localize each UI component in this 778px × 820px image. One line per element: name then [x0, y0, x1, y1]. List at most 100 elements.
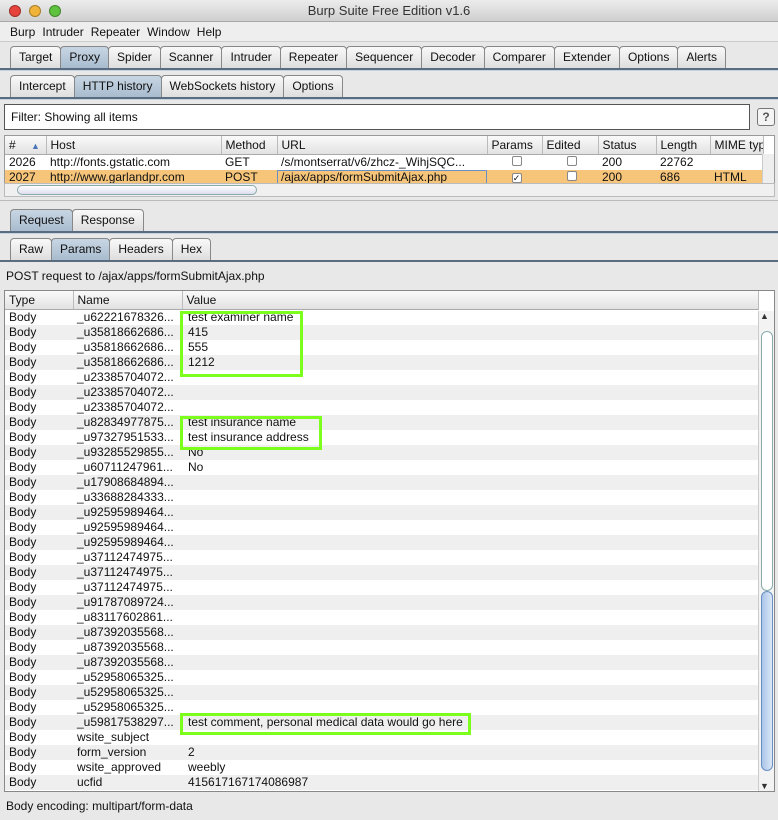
table-row[interactable]: Body _u52958065325...	[5, 670, 759, 685]
scroll-down-arrow-icon[interactable]: ▼	[760, 781, 769, 791]
cell-type: Body	[9, 459, 37, 474]
table-row[interactable]: Body _u33688284333...	[5, 490, 759, 505]
cell-number: 2026	[9, 154, 36, 169]
history-horizontal-scrollbar[interactable]	[4, 183, 775, 197]
tab-target[interactable]: Target	[10, 46, 62, 68]
cell-value	[182, 490, 759, 505]
highlight-box	[180, 311, 303, 377]
help-button[interactable]: ?	[757, 108, 775, 126]
history-vertical-scrollbar[interactable]	[762, 154, 774, 184]
tab-request[interactable]: Request	[10, 209, 73, 231]
table-row[interactable]: Body _u23385704072...	[5, 370, 759, 385]
cell-name: _u87392035568...	[73, 624, 182, 640]
col-type[interactable]: Type	[5, 291, 74, 310]
tab-repeater[interactable]: Repeater	[279, 46, 348, 68]
table-row[interactable]: Body _u87392035568...	[5, 654, 759, 670]
params-checkbox[interactable]: ✓	[511, 172, 522, 183]
col-method[interactable]: Method	[221, 136, 278, 155]
table-row[interactable]: Body _u35818662686... 555	[5, 340, 759, 355]
table-row[interactable]: 2026 http://fonts.gstatic.com GET /s/mon…	[5, 154, 763, 170]
close-window-button[interactable]	[9, 5, 21, 17]
tab-headers[interactable]: Headers	[109, 238, 173, 260]
cell-type: Body	[9, 519, 37, 534]
tab-raw[interactable]: Raw	[10, 238, 53, 260]
menu-help[interactable]: Help	[197, 25, 222, 39]
tab-comparer[interactable]: Comparer	[483, 46, 555, 68]
table-row[interactable]: Body wsite_approved weebly	[5, 760, 759, 775]
col-mime[interactable]: MIME typ	[710, 136, 764, 155]
table-row[interactable]: Body _u52958065325...	[5, 684, 759, 700]
col-value[interactable]: Value	[182, 291, 759, 310]
cell-name: _u52958065325...	[77, 669, 174, 684]
cell-type: Body	[9, 579, 37, 594]
table-row[interactable]: Body _u17908684894...	[5, 474, 759, 490]
window-title: Burp Suite Free Edition v1.6	[307, 3, 471, 18]
table-row[interactable]: Body _u87392035568...	[5, 640, 759, 655]
table-row[interactable]: Body _u92595989464...	[5, 520, 759, 535]
table-row[interactable]: Body _u23385704072...	[5, 400, 759, 415]
table-row[interactable]: Body _u87392035568...	[5, 624, 759, 640]
scrollbar-thumb[interactable]	[17, 185, 257, 195]
col-url[interactable]: URL	[277, 136, 488, 155]
params-vertical-scrollbar[interactable]: ▲ ▼	[758, 311, 774, 791]
tab-websockets-history[interactable]: WebSockets history	[160, 75, 285, 97]
cell-type: Body	[5, 354, 73, 370]
table-row[interactable]: Body ucfid 415617167174086987	[5, 774, 759, 790]
table-row[interactable]: Body _u93285529855... No	[5, 444, 759, 460]
table-row[interactable]: Body _u60711247961... No	[5, 460, 759, 475]
tab-decoder[interactable]: Decoder	[421, 46, 485, 68]
tab-sequencer[interactable]: Sequencer	[346, 46, 423, 68]
table-row[interactable]: Body _u37112474975...	[5, 580, 759, 595]
table-row[interactable]: Body _u92595989464...	[5, 534, 759, 550]
tab-options[interactable]: Options	[618, 46, 679, 68]
table-row[interactable]: Body _u62221678326... test examiner name	[5, 309, 759, 325]
split-pane-divider[interactable]	[0, 200, 778, 204]
tab-scanner[interactable]: Scanner	[159, 46, 223, 68]
tab-proxy[interactable]: Proxy	[60, 46, 110, 68]
tab-http-history[interactable]: HTTP history	[73, 75, 162, 97]
tab-alerts[interactable]: Alerts	[677, 46, 727, 68]
tab-params[interactable]: Params	[51, 238, 111, 260]
table-row[interactable]: Body _u37112474975...	[5, 550, 759, 565]
col-params[interactable]: Params	[487, 136, 543, 155]
table-row[interactable]: Body _u82834977875... test insurance name	[5, 414, 759, 430]
tab-extender[interactable]: Extender	[553, 46, 620, 68]
menu-burp[interactable]: Burp	[10, 25, 35, 39]
tab-proxy-options[interactable]: Options	[283, 75, 343, 97]
col-length[interactable]: Length	[656, 136, 711, 155]
menu-repeater[interactable]: Repeater	[91, 25, 140, 39]
tab-spider[interactable]: Spider	[108, 46, 161, 68]
table-row[interactable]: Body _u35818662686... 1212	[5, 354, 759, 370]
col-name[interactable]: Name	[73, 291, 183, 310]
filter-bar[interactable]: Filter: Showing all items	[4, 104, 750, 130]
edited-checkbox[interactable]	[567, 155, 577, 166]
tab-response[interactable]: Response	[71, 209, 144, 231]
table-row[interactable]: Body form_version 2	[5, 744, 759, 760]
scroll-up-arrow-icon[interactable]: ▲	[760, 311, 769, 321]
table-row[interactable]: Body _u35818662686... 415	[5, 324, 759, 340]
table-row[interactable]: Body _u37112474975...	[5, 564, 759, 580]
cell-value: No	[188, 459, 204, 474]
tab-hex[interactable]: Hex	[171, 238, 212, 260]
cell-type: Body	[5, 324, 73, 340]
menu-intruder[interactable]: Intruder	[42, 25, 83, 39]
col-host[interactable]: Host	[46, 136, 222, 155]
edited-checkbox[interactable]	[567, 170, 577, 181]
table-row[interactable]: Body _u83117602861...	[5, 610, 759, 625]
col-edited[interactable]: Edited	[542, 136, 599, 155]
table-row[interactable]: Body _u91787089724...	[5, 594, 759, 610]
table-row[interactable]: Body _u23385704072...	[5, 384, 759, 400]
table-row[interactable]: Body _u92595989464...	[5, 504, 759, 520]
table-row[interactable]: Body _u97327951533... test insurance addre…	[5, 430, 759, 445]
zoom-window-button[interactable]	[49, 5, 61, 17]
col-status[interactable]: Status	[598, 136, 657, 155]
minimize-window-button[interactable]	[29, 5, 41, 17]
cell-value	[182, 670, 759, 685]
tab-intruder[interactable]: Intruder	[221, 46, 281, 68]
menu-window[interactable]: Window	[147, 25, 190, 39]
tab-intercept[interactable]: Intercept	[10, 75, 75, 97]
scrollbar-thumb[interactable]	[761, 591, 773, 771]
col-number[interactable]: # ▲	[5, 136, 47, 155]
cell-name: _u23385704072...	[73, 384, 182, 400]
params-checkbox[interactable]	[511, 155, 522, 166]
